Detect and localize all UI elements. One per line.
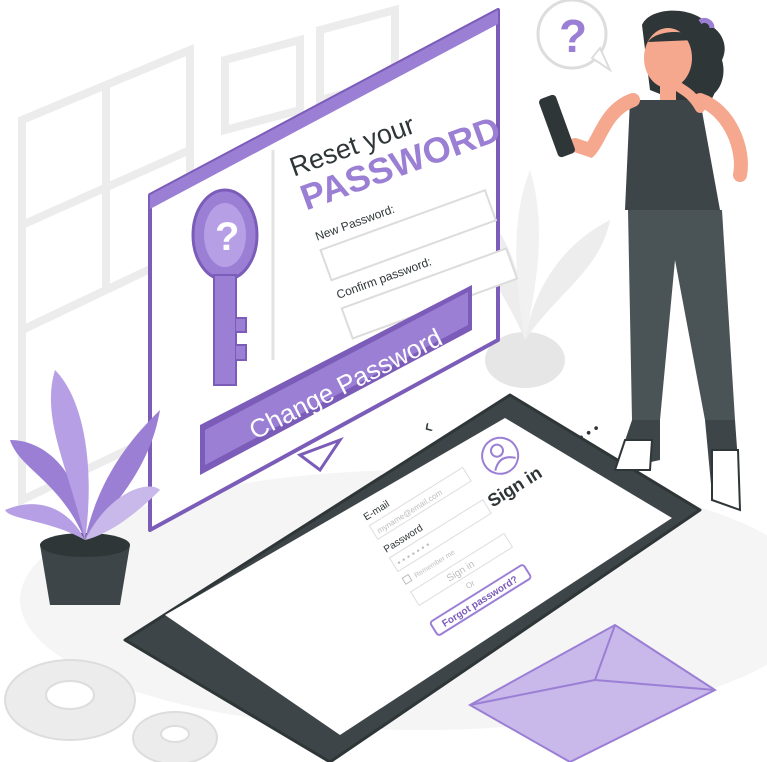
question-bubble-icon: ?	[536, 0, 613, 73]
bubble-question-mark: ?	[559, 10, 587, 62]
illustration-canvas: ? Reset your PASSWORD New Password: Conf…	[4, 0, 767, 762]
back-icon[interactable]: ‹	[417, 414, 436, 439]
key-question-mark: ?	[215, 215, 239, 259]
